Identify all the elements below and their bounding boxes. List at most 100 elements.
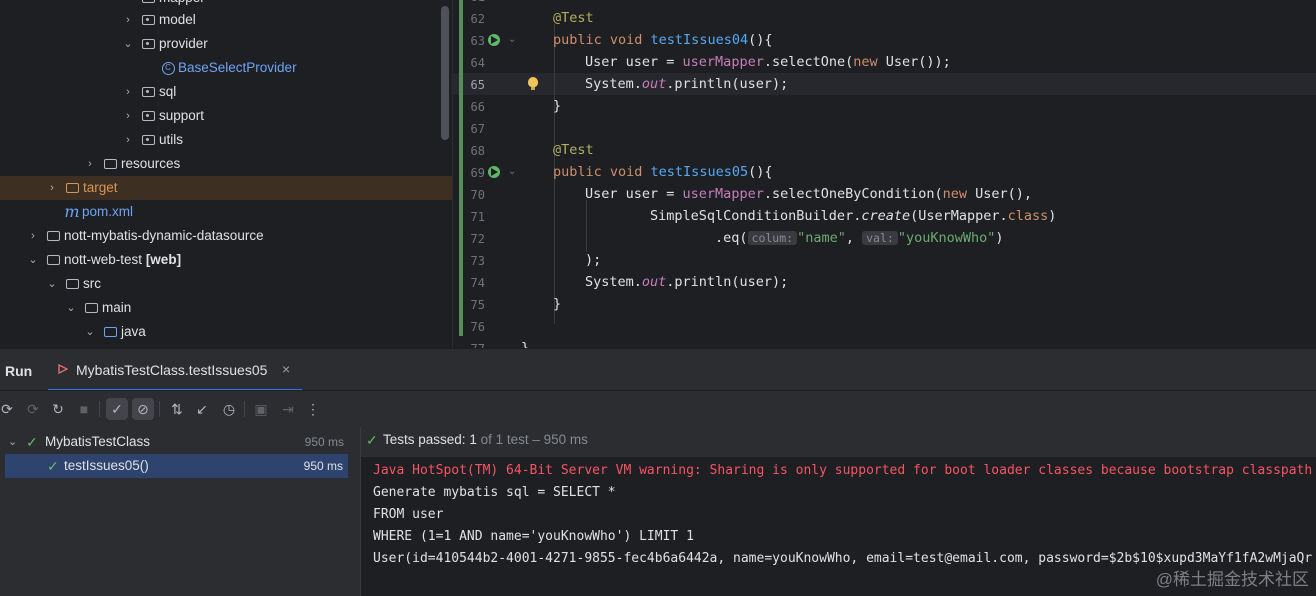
tree-item[interactable]: › support (0, 104, 452, 128)
test-suite-row[interactable]: ⌄ ✓ MybatisTestClass 950 ms (0, 430, 360, 454)
chevron-right-icon[interactable]: › (84, 152, 96, 176)
run-title: Run (5, 363, 33, 379)
chevron-down-icon[interactable]: ⌄ (8, 430, 17, 454)
line-number: 63 (470, 34, 485, 48)
tree-item-label: model (159, 12, 196, 27)
tree-item[interactable]: › target (0, 176, 452, 200)
run-test-icon[interactable] (488, 166, 500, 178)
chevron-right-icon[interactable]: › (27, 224, 39, 248)
tree-item[interactable]: m pom.xml (0, 200, 452, 224)
rerun-icon[interactable]: ⟳ (0, 398, 18, 420)
export-icon[interactable]: ⇥ (277, 398, 299, 420)
tree-item[interactable]: ⌄ provider (0, 32, 452, 56)
code-line-62: @Test (553, 10, 594, 26)
passed-icon: ✓ (366, 432, 378, 448)
tree-item-label: support (159, 108, 205, 123)
line-number: 65 (470, 78, 485, 92)
line-number: 69 (470, 166, 485, 180)
chevron-right-icon[interactable]: › (46, 176, 58, 200)
chevron-down-icon[interactable]: ⌄ (27, 248, 39, 272)
tree-item-label: src (83, 276, 101, 291)
indent-guide (586, 200, 587, 252)
more-icon[interactable]: ⋮ (302, 398, 324, 420)
chevron-right-icon[interactable]: › (122, 104, 134, 128)
tree-item[interactable]: ⌄ nott-web-test [web] (0, 248, 452, 272)
code-line-66: } (553, 98, 562, 114)
tree-item-label: main (102, 300, 132, 315)
stop-icon[interactable]: ■ (73, 398, 95, 420)
tree-item[interactable]: › utils (0, 128, 452, 152)
chevron-right-icon[interactable]: › (122, 8, 134, 32)
screenshot-icon[interactable]: ▣ (250, 398, 272, 420)
tree-item-label: java (121, 324, 146, 339)
tree-item-label: resources (121, 156, 181, 171)
fold-icon[interactable]: ⌄ (508, 166, 516, 177)
run-tab-label: MybatisTestClass.testIssues05 (76, 362, 268, 378)
folder-icon (45, 224, 61, 248)
lightbulb-icon[interactable] (528, 77, 538, 90)
chevron-right-icon[interactable]: › (122, 80, 134, 104)
console-output[interactable]: ✓ Tests passed: 1 of 1 test – 950 ms Jav… (360, 427, 1316, 596)
code-line-70: User user = userMapper.selectOneByCondit… (585, 186, 1033, 202)
code-line-63: public void testIssues04(){ (553, 32, 773, 48)
code-line-64: User user = userMapper.selectOne(new Use… (585, 54, 951, 70)
toggle-autotest-icon[interactable]: ↻ (47, 398, 69, 420)
folder-icon (45, 248, 61, 272)
param-hint: colum: (747, 231, 798, 245)
chevron-down-icon[interactable]: ⌄ (65, 296, 77, 320)
tree-item[interactable]: ⌄ src (0, 272, 452, 296)
package-icon (140, 32, 156, 56)
tree-item[interactable]: › resources (0, 152, 452, 176)
line-number: 71 (470, 210, 485, 224)
tree-item[interactable]: › model (0, 8, 452, 32)
tree-item[interactable]: › sql (0, 80, 452, 104)
test-status-bar: ✓ Tests passed: 1 of 1 test – 950 ms (361, 427, 1316, 457)
sort-icon[interactable]: ⇅ (166, 398, 188, 420)
test-suite-time: 950 ms (304, 435, 344, 449)
console-line: WHERE (1=1 AND name='youKnowWho') LIMIT … (373, 529, 694, 544)
tree-item[interactable]: C BaseSelectProvider (0, 56, 452, 80)
chevron-down-icon[interactable]: ⌄ (84, 320, 96, 344)
line-number: 61 (461, 0, 485, 4)
test-case-row[interactable]: ✓ testIssues05() 950 ms (5, 454, 348, 478)
code-editor[interactable]: 6162636465666768697071727374757677 ⌄ ⌄ @… (452, 0, 1316, 348)
chevron-down-icon[interactable]: ⌄ (46, 272, 58, 296)
code-line-74: System.out.println(user); (585, 274, 789, 290)
import-icon[interactable]: ↙ (191, 398, 213, 420)
folder-icon (102, 152, 118, 176)
run-test-icon[interactable] (488, 34, 500, 46)
line-number: 72 (470, 232, 485, 246)
scrollbar[interactable] (441, 6, 449, 140)
tree-item-label: sql (159, 84, 177, 99)
chevron-right-icon[interactable]: › (122, 128, 134, 152)
tree-item-label: target (83, 180, 118, 195)
line-number: 67 (470, 122, 485, 136)
show-ignored-icon[interactable]: ⊘ (132, 398, 154, 420)
rerun-failed-icon[interactable]: ⟳ (22, 398, 44, 420)
fold-icon[interactable]: ⌄ (508, 34, 516, 45)
passed-icon: ✓ (26, 434, 38, 450)
console-line: Generate mybatis sql = SELECT * (373, 485, 616, 500)
code-line-73: ); (585, 252, 602, 268)
tree-item-label: nott-web-test [web] (64, 252, 182, 267)
tree-item-label: nott-mybatis-dynamic-datasource (64, 228, 264, 243)
tree-item-label: BaseSelectProvider (178, 60, 297, 75)
close-icon[interactable]: × (282, 361, 290, 377)
project-tree: mapper›model⌄providerCBaseSelectProvider… (0, 0, 452, 348)
console-line: Java HotSpot(TM) 64-Bit Server VM warnin… (373, 463, 1313, 478)
chevron-down-icon[interactable]: ⌄ (122, 32, 134, 56)
package-icon (140, 104, 156, 128)
tree-item[interactable]: ⌄ main (0, 296, 452, 320)
history-icon[interactable]: ◷ (218, 398, 240, 420)
code-line-71: SimpleSqlConditionBuilder.create(UserMap… (650, 208, 1057, 224)
show-passed-icon[interactable]: ✓ (106, 398, 128, 420)
line-number: 74 (470, 276, 485, 290)
test-suite-name: MybatisTestClass (45, 434, 151, 449)
folder-icon (102, 320, 118, 344)
package-icon (140, 80, 156, 104)
tree-item[interactable]: › nott-mybatis-dynamic-datasource (0, 224, 452, 248)
console-line: User(id=410544b2-4001-4271-9855-fec4b6a6… (373, 551, 1313, 566)
tree-item-label: provider (159, 36, 208, 51)
tree-item[interactable]: ⌄ java (0, 320, 452, 344)
run-tab[interactable]: MybatisTestClass.testIssues05 × (48, 349, 302, 391)
